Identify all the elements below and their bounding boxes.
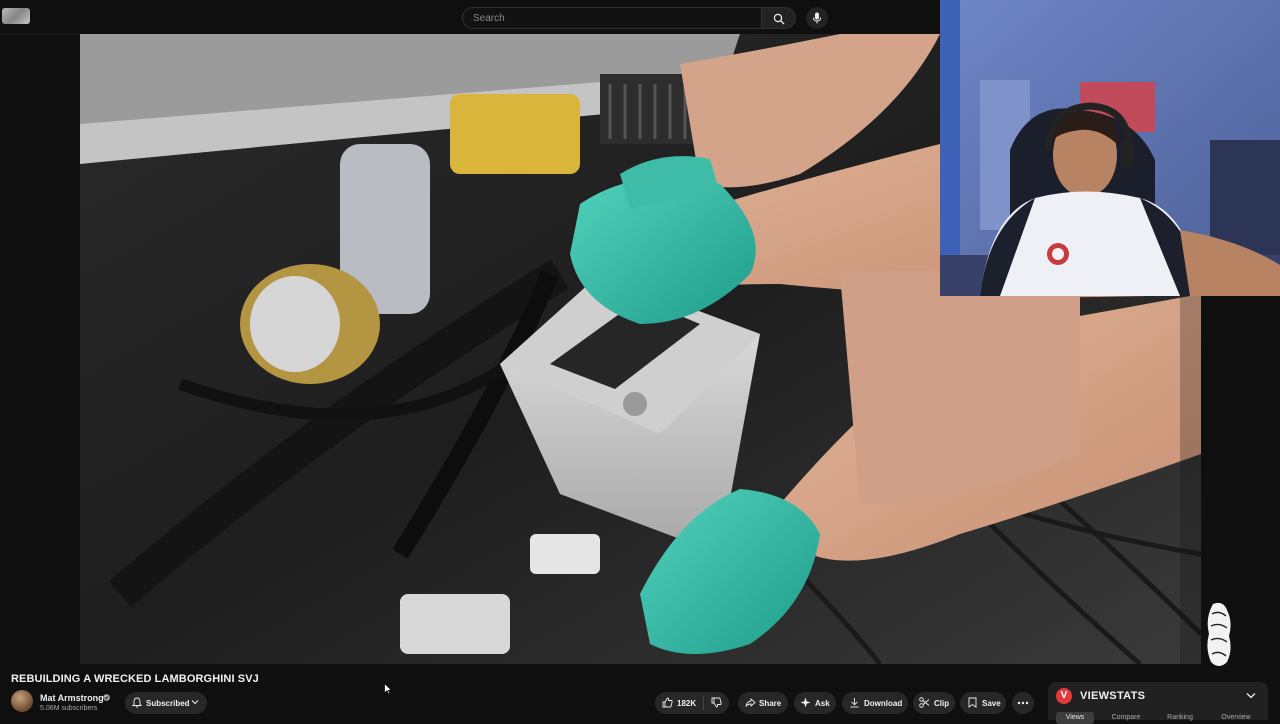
share-icon (745, 698, 756, 707)
clip-label: Clip (934, 699, 950, 708)
search-button[interactable] (762, 7, 796, 29)
viewstats-tab-views[interactable]: Views (1056, 712, 1094, 724)
clip-button[interactable]: Clip (913, 692, 955, 714)
ask-button[interactable]: Ask (794, 692, 836, 714)
chevron-down-icon[interactable] (1246, 692, 1256, 699)
channel-avatar[interactable] (11, 690, 33, 712)
viewstats-panel: V VIEWSTATS Views Compare Ranking Overvi… (1048, 682, 1268, 724)
subscribed-button[interactable]: Subscribed (125, 692, 207, 714)
save-icon (968, 697, 977, 708)
search-icon (773, 13, 785, 25)
like-divider (703, 696, 704, 710)
save-button[interactable]: Save (960, 692, 1006, 714)
download-button[interactable]: Download (842, 692, 908, 714)
scissors-icon (919, 697, 930, 708)
download-icon (850, 698, 859, 708)
viewstats-tab-ranking[interactable]: Ranking (1158, 712, 1202, 724)
voice-search-button[interactable] (806, 7, 828, 29)
video-title: REBUILDING A WRECKED LAMBORGHINI SVJ (11, 673, 259, 685)
search-box[interactable] (462, 7, 762, 29)
sparkle-icon (800, 697, 811, 708)
chevron-down-icon (191, 700, 199, 705)
save-label: Save (982, 699, 1001, 708)
webcam-overlay (940, 0, 1280, 296)
more-icon (1017, 701, 1029, 705)
channel-watermark[interactable] (1203, 600, 1235, 670)
subscriber-count: 5.06M subscribers (40, 705, 98, 712)
search-input[interactable] (473, 11, 753, 25)
site-logo[interactable] (2, 8, 30, 24)
thumb-down-icon[interactable] (711, 697, 722, 708)
download-label: Download (864, 699, 903, 708)
viewstats-tab-overview[interactable]: Overview (1212, 712, 1260, 724)
mouse-cursor-icon (384, 683, 392, 695)
mic-icon (813, 12, 821, 24)
top-bar (0, 0, 940, 35)
verified-icon (103, 694, 110, 701)
thumb-up-icon[interactable] (662, 697, 673, 708)
channel-name[interactable]: Mat Armstrong (40, 693, 104, 703)
like-dislike-group: 182K (655, 692, 729, 714)
like-count[interactable]: 182K (677, 699, 696, 708)
ask-label: Ask (815, 699, 830, 708)
viewstats-title: VIEWSTATS (1080, 690, 1146, 702)
bell-icon (132, 697, 142, 708)
subscribed-label: Subscribed (146, 699, 190, 708)
viewstats-logo: V (1056, 688, 1072, 704)
share-label: Share (759, 699, 782, 708)
viewstats-tab-compare[interactable]: Compare (1104, 712, 1148, 724)
share-button[interactable]: Share (738, 692, 788, 714)
more-actions-button[interactable] (1012, 692, 1034, 714)
